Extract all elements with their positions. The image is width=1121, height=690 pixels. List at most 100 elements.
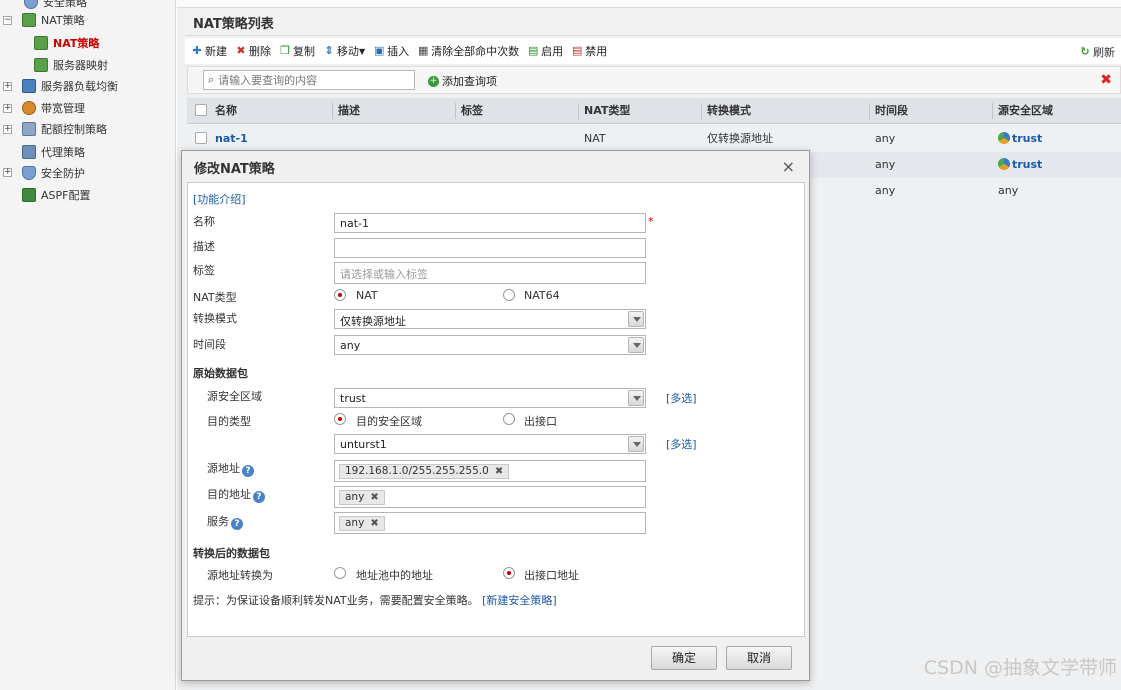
row-time: any <box>875 184 896 197</box>
tag-field[interactable]: 请选择或输入标签 <box>334 262 646 284</box>
expand-toggle-icon[interactable]: + <box>3 82 12 91</box>
dst-addr-tag: any ✖ <box>339 489 385 505</box>
move-button[interactable]: ⇕ 移动 ▼ <box>323 43 365 59</box>
expand-toggle-icon[interactable]: + <box>3 104 12 113</box>
sidebar-tree: 安全策略 − NAT策略 NAT策略 服务器映射 + 服务器负载均衡 + 带宽管… <box>0 0 176 690</box>
close-search-icon[interactable]: ✖ <box>1100 72 1112 88</box>
remove-tag-icon[interactable]: ✖ <box>495 466 503 477</box>
row-zone[interactable]: trust <box>994 152 1042 178</box>
column-divider <box>578 103 579 119</box>
clear-icon: ▦ <box>417 44 429 57</box>
server-lb-icon <box>22 79 36 93</box>
sidebar-item-server-mapping[interactable]: 服务器映射 <box>34 55 108 75</box>
nat-radio-label: NAT <box>356 289 378 302</box>
insert-button[interactable]: ▣ 插入 <box>373 43 409 59</box>
nat64-radio[interactable] <box>503 289 515 301</box>
help-icon[interactable]: ? <box>242 465 254 477</box>
collapse-toggle-icon[interactable]: − <box>3 16 12 25</box>
col-nat-type[interactable]: NAT类型 <box>580 98 630 124</box>
new-button[interactable]: ✚ 新建 <box>191 43 227 59</box>
disable-button[interactable]: ▤ 禁用 <box>571 43 607 59</box>
sidebar-item-server-load-balance[interactable]: 服务器负载均衡 <box>22 76 118 96</box>
col-src-zone[interactable]: 源安全区域 <box>994 98 1053 124</box>
remove-tag-icon[interactable]: ✖ <box>370 518 378 529</box>
zone-icon <box>998 132 1010 144</box>
sidebar-item-aspf[interactable]: ASPF配置 <box>22 185 90 205</box>
row-name-link[interactable]: nat-1 <box>211 126 248 152</box>
name-label: 名称 <box>193 215 215 228</box>
clear-hits-button[interactable]: ▦ 清除全部命中次数 <box>417 43 519 59</box>
pool-addr-radio[interactable] <box>334 567 346 579</box>
name-field[interactable]: nat-1 <box>334 213 646 233</box>
dst-addr-field[interactable]: any ✖ <box>334 486 646 508</box>
ok-button[interactable]: 确定 <box>651 646 717 670</box>
server-mapping-icon <box>34 58 48 72</box>
service-field[interactable]: any ✖ <box>334 512 646 534</box>
refresh-icon: ↻ <box>1080 45 1090 58</box>
nat64-radio-label: NAT64 <box>524 289 560 302</box>
sidebar-item-nat-policy[interactable]: NAT策略 <box>34 33 99 53</box>
copy-button[interactable]: ❐ 复制 <box>279 43 315 59</box>
enable-button[interactable]: ▤ 启用 <box>527 43 563 59</box>
nat-group-icon <box>22 13 36 27</box>
col-name[interactable]: 名称 <box>211 98 237 124</box>
mode-label: 转换模式 <box>193 312 237 325</box>
dst-zone-select[interactable]: unturst1 <box>334 434 646 454</box>
mode-select[interactable]: 仅转换源地址 <box>334 309 646 329</box>
service-label: 服务? <box>207 513 243 530</box>
col-desc[interactable]: 描述 <box>334 98 360 124</box>
help-icon[interactable]: ? <box>231 518 243 530</box>
row-checkbox[interactable] <box>195 132 207 144</box>
src-zone-select[interactable]: trust <box>334 388 646 408</box>
table-row[interactable]: nat-1 NAT 仅转换源地址 any trust <box>187 126 1121 152</box>
sidebar-item-quota-control[interactable]: 配额控制策略 <box>22 119 107 139</box>
sidebar-item-proxy-policy[interactable]: 代理策略 <box>22 142 85 162</box>
expand-toggle-icon[interactable]: + <box>3 168 12 177</box>
row-zone[interactable]: trust <box>994 126 1042 152</box>
sidebar-item-nat-policy-group[interactable]: NAT策略 <box>22 10 85 30</box>
copy-icon: ❐ <box>280 44 290 57</box>
out-iface-radio-label: 出接口 <box>524 415 557 428</box>
row-nat-type: NAT <box>584 132 606 145</box>
close-icon[interactable]: × <box>782 157 795 176</box>
expand-toggle-icon[interactable]: + <box>3 125 12 134</box>
new-security-policy-link[interactable]: [新建安全策略] <box>482 594 557 607</box>
search-bar: ⌕ 请输入要查询的内容 + 添加查询项 ✖ <box>187 66 1121 94</box>
src-translate-label: 源地址转换为 <box>207 569 273 582</box>
src-zone-multi-select[interactable]: [多选] <box>666 390 697 406</box>
add-query-button[interactable]: + 添加查询项 <box>428 73 497 89</box>
chevron-down-icon <box>628 390 644 406</box>
intro-link[interactable]: [功能介绍] <box>193 191 246 207</box>
chevron-down-icon <box>628 311 644 327</box>
refresh-button[interactable]: ↻ 刷新 <box>1079 44 1115 60</box>
toolbar: ✚ 新建 ✖ 删除 ❐ 复制 ⇕ 移动 ▼ ▣ 插入 ▦ 清除全部命中次数 ▤ 启用 ▤ 禁用 ↻… <box>185 38 1121 64</box>
src-addr-field[interactable]: 192.168.1.0/255.255.255.0 ✖ <box>334 460 646 482</box>
time-select[interactable]: any <box>334 335 646 355</box>
col-mode[interactable]: 转换模式 <box>703 98 751 124</box>
out-iface-radio[interactable] <box>503 413 515 425</box>
column-divider <box>701 103 702 119</box>
dst-zone-multi-select[interactable]: [多选] <box>666 436 697 452</box>
help-icon[interactable]: ? <box>253 491 265 503</box>
remove-tag-icon[interactable]: ✖ <box>370 492 378 503</box>
dst-addr-label: 目的地址? <box>207 486 265 503</box>
out-iface-addr-radio-label: 出接口地址 <box>524 569 579 582</box>
col-time[interactable]: 时间段 <box>871 98 908 124</box>
col-tag[interactable]: 标签 <box>457 98 483 124</box>
dst-zone-radio[interactable] <box>334 413 346 425</box>
cancel-button[interactable]: 取消 <box>726 646 792 670</box>
select-all-checkbox[interactable] <box>195 104 207 116</box>
src-addr-label: 源地址? <box>207 460 254 477</box>
desc-field[interactable] <box>334 238 646 258</box>
sidebar-item-security-protection[interactable]: 安全防护 <box>22 163 85 183</box>
dst-type-label: 目的类型 <box>207 415 251 428</box>
out-iface-addr-radio[interactable] <box>503 567 515 579</box>
nat-radio[interactable] <box>334 289 346 301</box>
sidebar-item-bandwidth[interactable]: 带宽管理 <box>22 98 85 118</box>
page-title: NAT策略列表 <box>185 10 1121 36</box>
insert-icon: ▣ <box>373 44 385 57</box>
tag-label: 标签 <box>193 264 215 277</box>
search-input[interactable]: ⌕ 请输入要查询的内容 <box>203 70 415 90</box>
src-addr-tag: 192.168.1.0/255.255.255.0 ✖ <box>339 463 510 479</box>
delete-button[interactable]: ✖ 删除 <box>235 43 271 59</box>
